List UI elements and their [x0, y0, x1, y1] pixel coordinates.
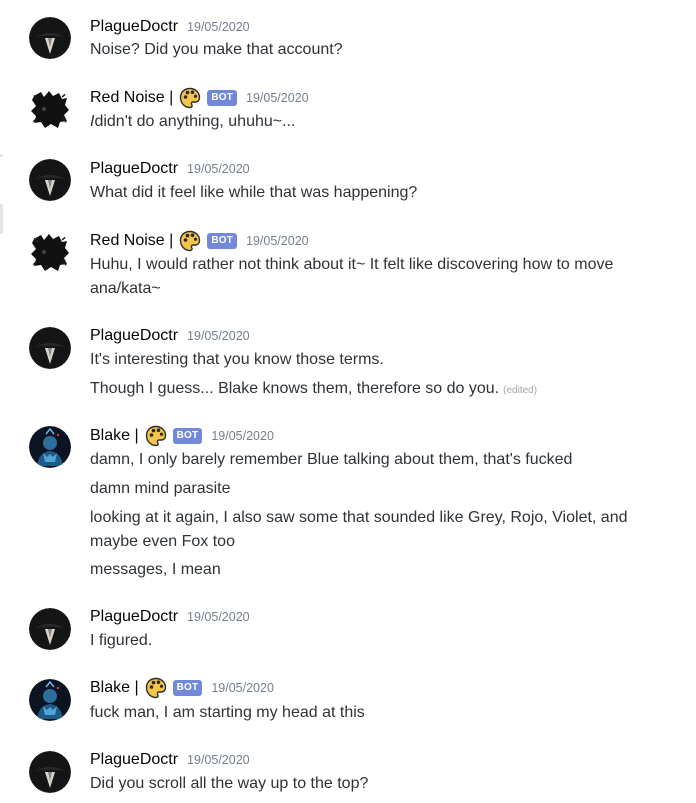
blake-icon[interactable]	[29, 679, 71, 721]
timestamp[interactable]: 19/05/2020	[187, 329, 250, 343]
username[interactable]: Red Noise |	[90, 89, 173, 107]
palette-emoji-icon	[179, 87, 201, 109]
message-text: Noise? Did you make that account?	[90, 41, 343, 58]
username[interactable]: PlagueDoctr	[90, 608, 178, 626]
message-header: PlagueDoctr 19/05/2020	[90, 325, 250, 347]
username[interactable]: PlagueDoctr	[90, 18, 178, 36]
message-text-body: didn't do anything, uhuhu~...	[94, 113, 296, 130]
timestamp[interactable]: 19/05/2020	[187, 162, 250, 176]
message-text: What did it feel like while that was hap…	[90, 184, 418, 201]
message-text: Did you scroll all the way up to the top…	[90, 775, 369, 792]
palette-emoji-icon	[145, 425, 167, 447]
message-header: PlagueDoctr 19/05/2020	[90, 606, 250, 628]
message-header: Red Noise | BOT 19/05/2020	[90, 230, 309, 252]
username[interactable]: PlagueDoctr	[90, 751, 178, 769]
timestamp[interactable]: 19/05/2020	[211, 429, 274, 443]
timestamp[interactable]: 19/05/2020	[187, 610, 250, 624]
timestamp[interactable]: 19/05/2020	[187, 20, 250, 34]
bot-tag: BOT	[207, 233, 238, 249]
message-text: looking at it again, I also saw some tha…	[90, 509, 628, 526]
message-header: PlagueDoctr 19/05/2020	[90, 749, 250, 771]
rail-scroll-indicator[interactable]	[0, 204, 3, 234]
message-header: Blake | BOT 19/05/2020	[90, 425, 274, 447]
red-noise-icon[interactable]	[29, 231, 71, 273]
message-text: messages, I mean	[90, 561, 221, 578]
username[interactable]: PlagueDoctr	[90, 160, 178, 178]
rail-divider	[0, 154, 3, 157]
timestamp[interactable]: 19/05/2020	[187, 753, 250, 767]
username[interactable]: Blake |	[90, 679, 139, 697]
timestamp[interactable]: 19/05/2020	[246, 234, 309, 248]
plague-doctor-icon[interactable]	[29, 327, 71, 369]
message-text: damn, I only barely remember Blue talkin…	[90, 451, 573, 468]
red-noise-icon[interactable]	[29, 88, 71, 130]
message-text: damn mind parasite	[90, 480, 231, 497]
bot-tag: BOT	[172, 428, 203, 444]
plague-doctor-icon[interactable]	[29, 608, 71, 650]
message-text: fuck man, I am starting my head at this	[90, 704, 365, 721]
message-text: I figured.	[90, 632, 153, 649]
message-text: ana/kata~	[90, 280, 161, 297]
message-header: PlagueDoctr 19/05/2020	[90, 158, 250, 180]
message-text: Though I guess... Blake knows them, ther…	[90, 378, 537, 402]
username[interactable]: Red Noise |	[90, 232, 173, 250]
plague-doctor-icon[interactable]	[29, 751, 71, 793]
message-header: Red Noise | BOT 19/05/2020	[90, 87, 309, 109]
edited-label: (edited)	[503, 385, 538, 396]
bot-tag: BOT	[207, 90, 238, 106]
blake-icon[interactable]	[29, 426, 71, 468]
username[interactable]: PlagueDoctr	[90, 327, 178, 345]
palette-emoji-icon	[179, 230, 201, 252]
message-text: It's interesting that you know those ter…	[90, 351, 384, 368]
bot-tag: BOT	[172, 680, 203, 696]
plague-doctor-icon[interactable]	[29, 17, 71, 59]
left-rail	[0, 0, 8, 803]
message-text: Ididn't do anything, uhuhu~...	[90, 111, 295, 133]
message-header: Blake | BOT 19/05/2020	[90, 677, 274, 699]
timestamp[interactable]: 19/05/2020	[211, 681, 274, 695]
message-header: PlagueDoctr 19/05/2020	[90, 16, 250, 38]
message-text-body: Though I guess... Blake knows them, ther…	[90, 380, 500, 397]
message-text: maybe even Fox too	[90, 533, 235, 550]
timestamp[interactable]: 19/05/2020	[246, 91, 309, 105]
plague-doctor-icon[interactable]	[29, 159, 71, 201]
message-text: Huhu, I would rather not think about it~…	[90, 256, 614, 273]
username[interactable]: Blake |	[90, 427, 139, 445]
palette-emoji-icon	[145, 677, 167, 699]
